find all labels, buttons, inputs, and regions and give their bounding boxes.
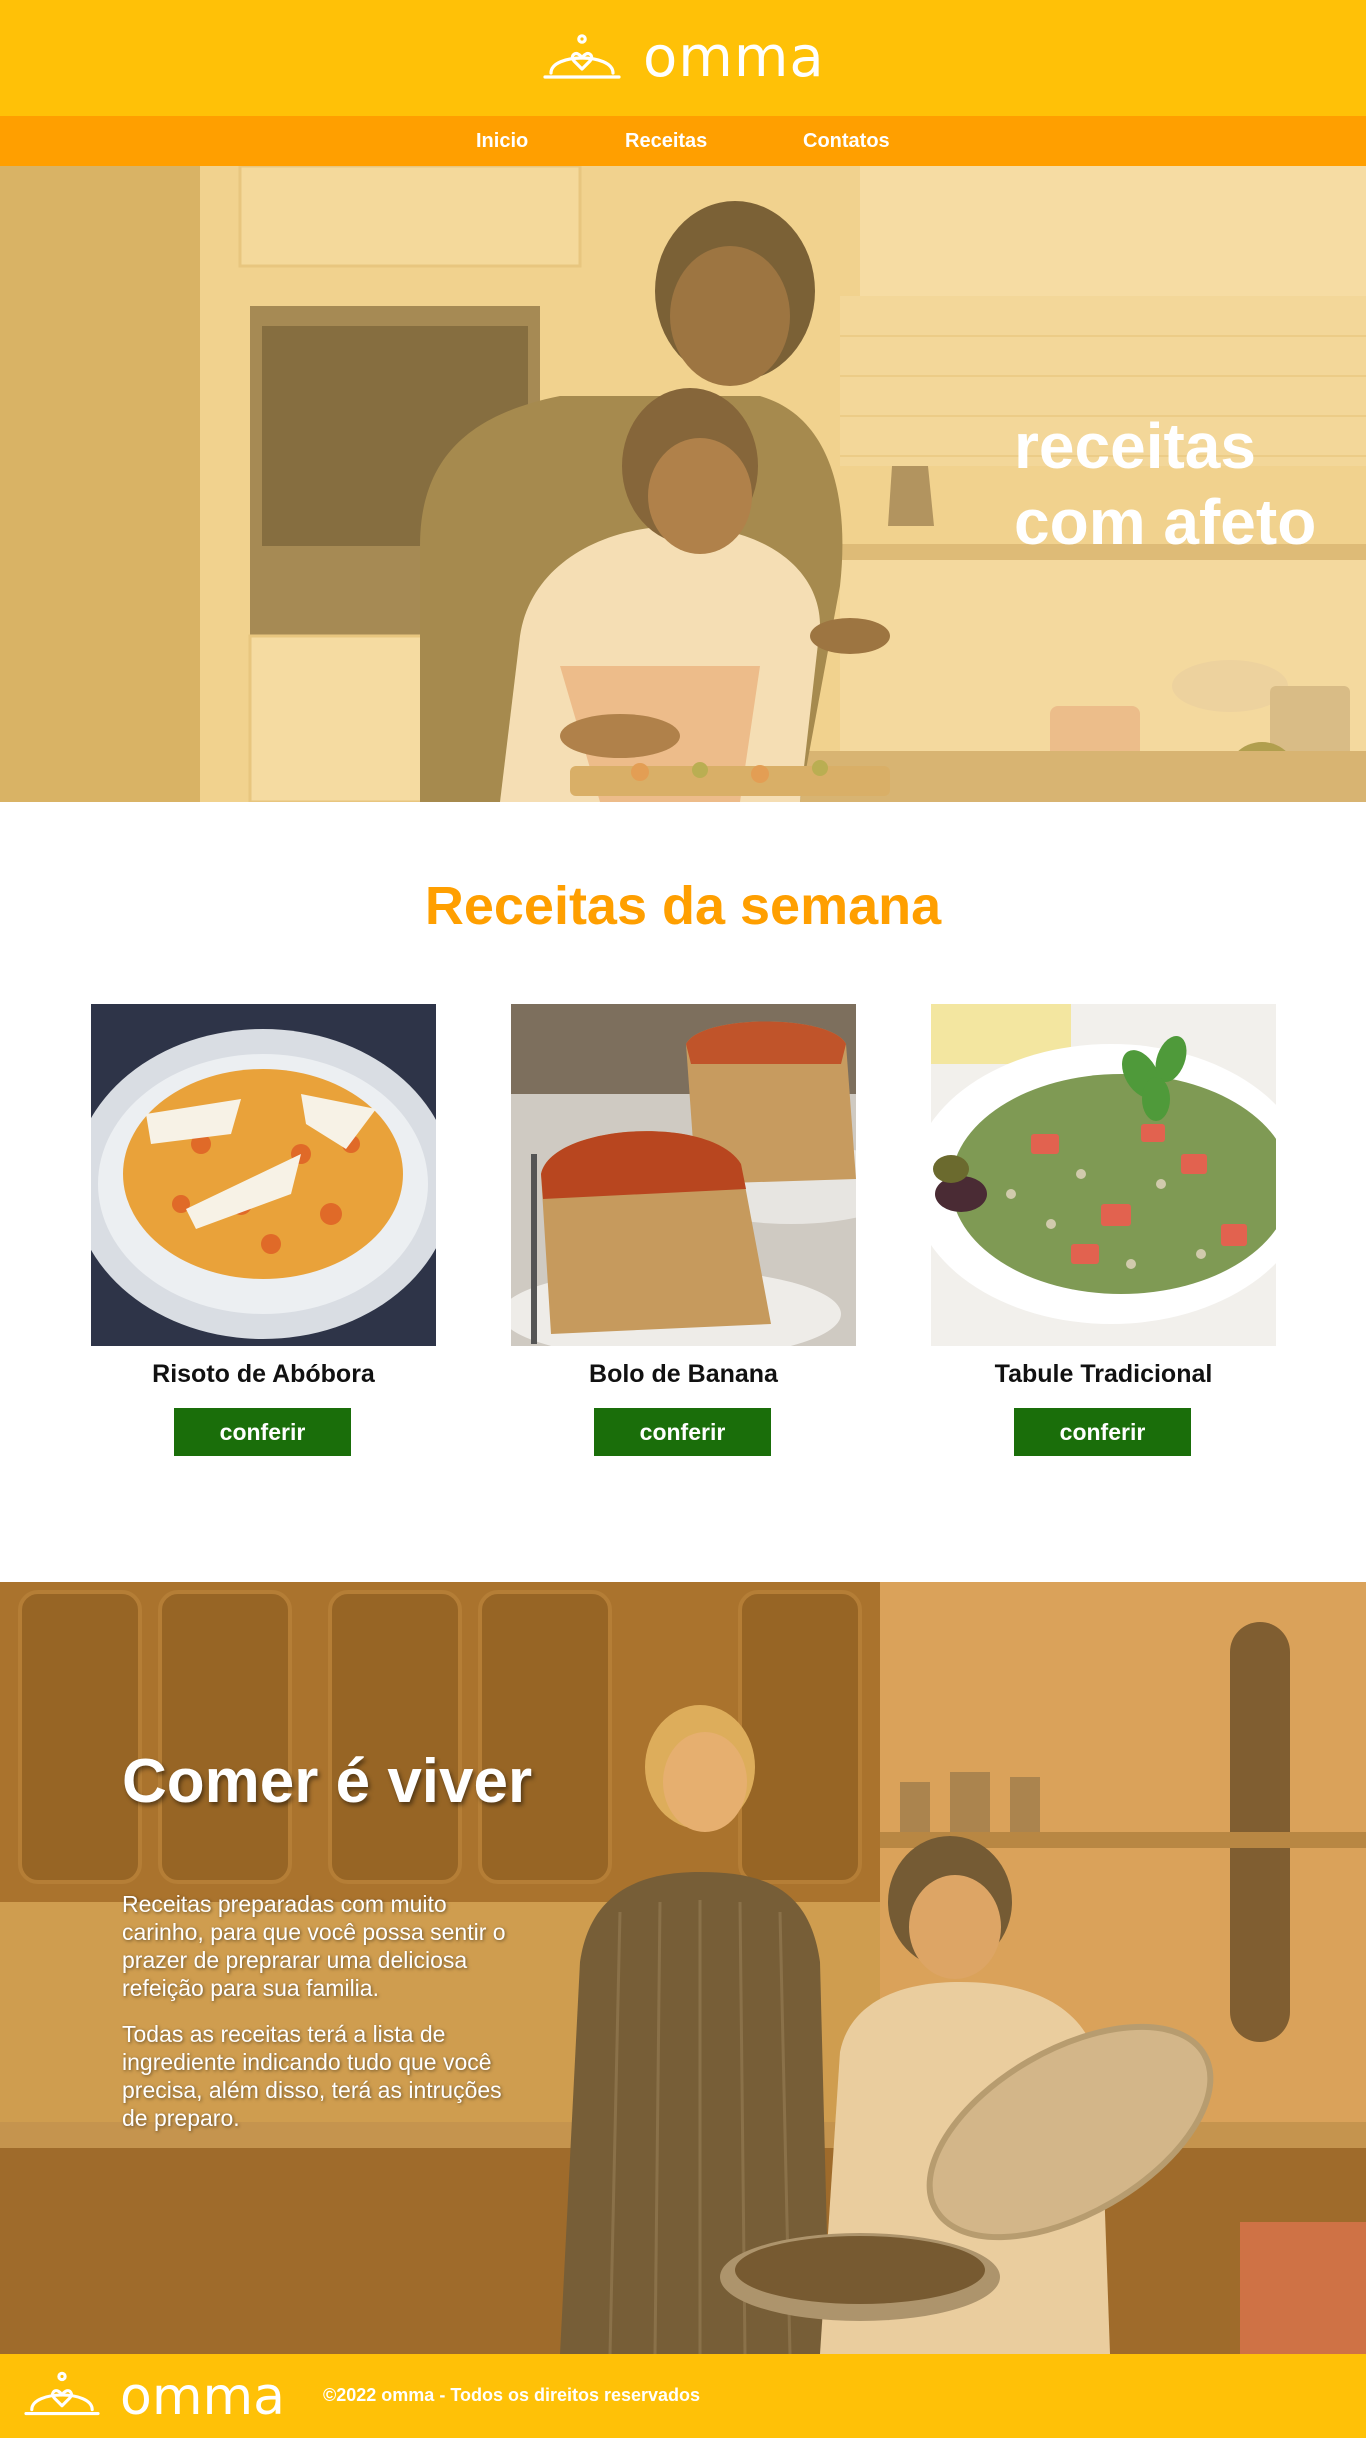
conferir-button-tabule[interactable]: conferir	[1014, 1408, 1191, 1456]
footer-logo[interactable]: omma	[24, 2367, 285, 2427]
hero-title: receitas com afeto	[1014, 410, 1317, 558]
top-header: omma	[0, 0, 1366, 116]
logo[interactable]: omma	[543, 30, 825, 86]
recipe-name: Tabule Tradicional	[994, 1360, 1213, 1388]
recipe-image-bolo[interactable]	[511, 1004, 856, 1346]
footer-logo-text: omma	[120, 2367, 285, 2427]
main-nav: Inicio Receitas Contatos	[0, 116, 1366, 166]
section-title: Receitas da semana	[424, 876, 942, 936]
cloche-heart-icon	[24, 2370, 100, 2425]
nav-item-inicio[interactable]: Inicio	[476, 116, 528, 166]
nav-item-receitas[interactable]: Receitas	[625, 116, 707, 166]
about-section: Comer é viver Receitas preparadas com mu…	[0, 1582, 1366, 2354]
recipe-image-tabule[interactable]	[931, 1004, 1276, 1346]
conferir-button-risoto[interactable]: conferir	[174, 1408, 351, 1456]
recipe-name: Risoto de Abóbora	[152, 1360, 375, 1388]
copyright-text: ©2022 omma - Todos os direitos reservado…	[323, 2385, 701, 2405]
about-paragraph: Receitas preparadas com muito carinho, p…	[122, 1891, 506, 2001]
footer: omma ©2022 omma - Todos os direitos rese…	[0, 2354, 1366, 2438]
conferir-button-bolo[interactable]: conferir	[594, 1408, 771, 1456]
logo-text: omma	[643, 25, 825, 90]
hero-banner: receitas com afeto	[0, 166, 1366, 802]
nav-item-contatos[interactable]: Contatos	[803, 116, 890, 166]
about-paragraph: Todas as receitas terá a lista de ingred…	[122, 2021, 502, 2131]
recipe-name: Bolo de Banana	[589, 1360, 778, 1388]
recipe-image-risoto[interactable]	[91, 1004, 436, 1346]
cloche-heart-icon	[543, 33, 621, 83]
about-title: Comer é viver	[122, 1747, 533, 1816]
